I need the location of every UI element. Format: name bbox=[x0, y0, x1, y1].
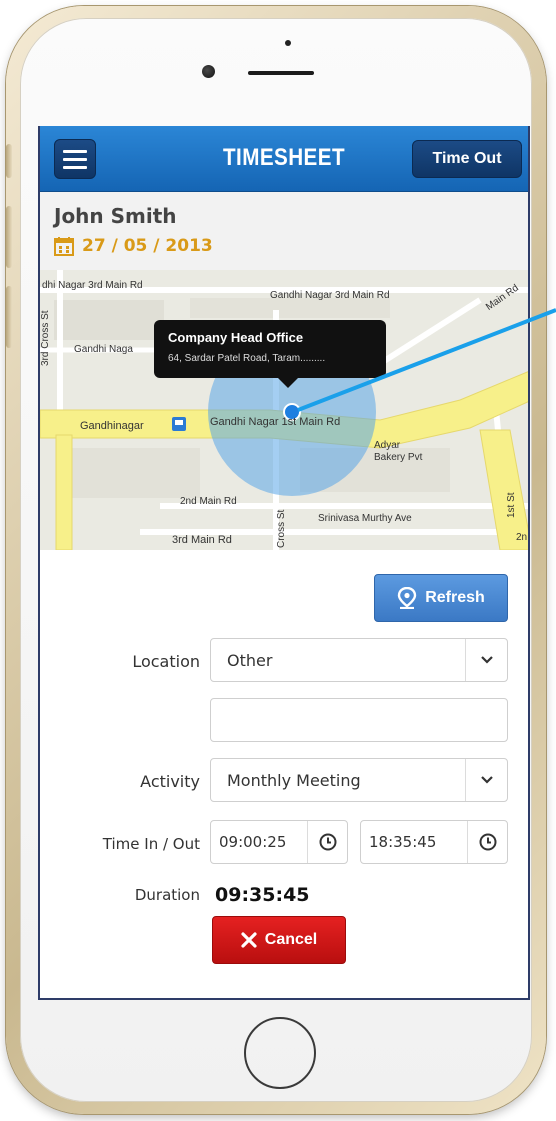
time-out-value: 18:35:45 bbox=[369, 833, 437, 851]
location-tooltip: Company Head Office 64, Sardar Patel Roa… bbox=[154, 320, 386, 388]
map-label-road: Cross St bbox=[276, 509, 287, 548]
map-label-road: Srinivasa Murthy Ave bbox=[318, 513, 412, 524]
volume-up-button bbox=[6, 206, 12, 268]
map-label-road: 3rd Main Rd bbox=[172, 534, 232, 546]
activity-label: Activity bbox=[140, 772, 200, 791]
app-screen: TIMESHEET Time Out John Smith 27 / 05 / … bbox=[38, 126, 530, 1000]
map-label-road: 2n bbox=[516, 532, 528, 543]
map-canvas bbox=[40, 270, 528, 550]
calendar-icon bbox=[54, 237, 74, 256]
duration-value: 09:35:45 bbox=[215, 884, 310, 906]
earpiece-speaker bbox=[248, 71, 314, 75]
chevron-down-icon bbox=[465, 639, 507, 681]
close-icon bbox=[241, 932, 257, 948]
home-button[interactable] bbox=[244, 1017, 316, 1089]
map-label-place: Gandhinagar bbox=[80, 420, 144, 432]
activity-value: Monthly Meeting bbox=[227, 771, 361, 790]
refresh-label: Refresh bbox=[425, 589, 485, 606]
header-bar: TIMESHEET Time Out bbox=[40, 126, 528, 192]
time-in-out-label: Time In / Out bbox=[102, 835, 200, 853]
location-select[interactable]: Other bbox=[210, 638, 508, 682]
map-label-place: Adyar Bakery Pvt bbox=[374, 440, 423, 463]
proximity-sensor bbox=[285, 40, 291, 46]
mute-switch bbox=[6, 144, 12, 178]
location-other-input[interactable] bbox=[210, 698, 508, 742]
chevron-down-icon bbox=[465, 759, 507, 801]
cancel-label: Cancel bbox=[264, 931, 318, 948]
volume-down-button bbox=[6, 286, 12, 348]
user-info: John Smith 27 / 05 / 2013 bbox=[40, 192, 528, 270]
location-value: Other bbox=[227, 651, 273, 670]
map-label-road: dhi Nagar 3rd Main Rd bbox=[42, 280, 143, 291]
clock-icon[interactable] bbox=[467, 821, 507, 863]
map-label-road: Gandhi Nagar 1st Main Rd bbox=[210, 416, 341, 428]
location-label: Location bbox=[132, 652, 200, 671]
location-map[interactable]: dhi Nagar 3rd Main Rd Gandhi Nagar 3rd M… bbox=[40, 270, 528, 550]
date-text: 27 / 05 / 2013 bbox=[82, 236, 213, 256]
map-label-road: Gandhi Naga bbox=[74, 344, 133, 355]
map-label-road: 3rd Cross St bbox=[40, 310, 51, 366]
activity-select[interactable]: Monthly Meeting bbox=[210, 758, 508, 802]
cancel-button[interactable]: Cancel bbox=[212, 916, 346, 964]
time-out-input[interactable]: 18:35:45 bbox=[360, 820, 508, 864]
map-pin-icon bbox=[398, 587, 417, 609]
duration-label: Duration bbox=[134, 886, 200, 904]
map-label-road: 1st St bbox=[506, 492, 517, 518]
map-label-road: 2nd Main Rd bbox=[180, 496, 237, 507]
time-in-input[interactable]: 09:00:25 bbox=[210, 820, 348, 864]
time-in-value: 09:00:25 bbox=[219, 833, 287, 851]
clock-icon[interactable] bbox=[307, 821, 347, 863]
timesheet-form: Refresh Location Other Activity Monthly … bbox=[40, 550, 528, 998]
refresh-button[interactable]: Refresh bbox=[374, 574, 508, 622]
tooltip-title: Company Head Office bbox=[168, 330, 304, 345]
tooltip-address: 64, Sardar Patel Road, Taram......... bbox=[168, 353, 326, 364]
time-out-button[interactable]: Time Out bbox=[412, 140, 522, 178]
date-row: 27 / 05 / 2013 bbox=[54, 236, 213, 256]
front-camera bbox=[202, 65, 215, 78]
user-name: John Smith bbox=[54, 204, 177, 228]
map-label-road: Gandhi Nagar 3rd Main Rd bbox=[270, 290, 390, 301]
